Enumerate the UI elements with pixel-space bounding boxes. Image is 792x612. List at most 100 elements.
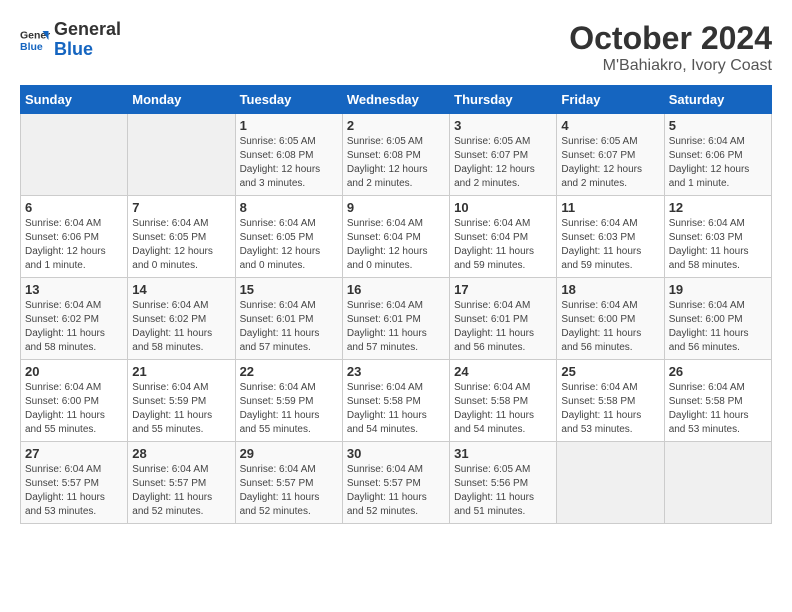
day-detail: Sunrise: 6:04 AM Sunset: 5:58 PM Dayligh…	[669, 381, 767, 437]
calendar-cell: 22 Sunrise: 6:04 AM Sunset: 5:59 PM Dayli…	[235, 360, 342, 442]
day-header-sunday: Sunday	[21, 86, 128, 114]
day-number: 23	[347, 364, 445, 379]
calendar-cell: 31 Sunrise: 6:05 AM Sunset: 5:56 PM Dayli…	[450, 442, 557, 524]
day-detail: Sunrise: 6:04 AM Sunset: 6:04 PM Dayligh…	[347, 217, 445, 273]
calendar-cell	[128, 114, 235, 196]
calendar-week-row: 27Sunrise: 6:04 AM Sunset: 5:57 PM Dayli…	[21, 442, 772, 524]
day-detail: Sunrise: 6:04 AM Sunset: 6:00 PM Dayligh…	[669, 299, 767, 355]
logo-icon: General Blue	[20, 25, 50, 55]
calendar-cell: 16 Sunrise: 6:04 AM Sunset: 6:01 PM Dayli…	[342, 278, 449, 360]
day-detail: Sunrise: 6:04 AM Sunset: 6:01 PM Dayligh…	[347, 299, 445, 355]
main-title: October 2024	[569, 20, 772, 57]
day-number: 17	[454, 282, 552, 297]
day-detail: Sunrise: 6:04 AM Sunset: 6:00 PM Dayligh…	[561, 299, 659, 355]
day-header-thursday: Thursday	[450, 86, 557, 114]
calendar-cell: 2Sunrise: 6:05 AM Sunset: 6:08 PM Daylig…	[342, 114, 449, 196]
calendar-cell: 17 Sunrise: 6:04 AM Sunset: 6:01 PM Dayli…	[450, 278, 557, 360]
day-number: 31	[454, 446, 552, 461]
day-number: 10	[454, 200, 552, 215]
calendar-week-row: 1Sunrise: 6:05 AM Sunset: 6:08 PM Daylig…	[21, 114, 772, 196]
calendar-cell: 24Sunrise: 6:04 AM Sunset: 5:58 PM Dayli…	[450, 360, 557, 442]
day-header-friday: Friday	[557, 86, 664, 114]
calendar-table: SundayMondayTuesdayWednesdayThursdayFrid…	[20, 85, 772, 524]
day-detail: Sunrise: 6:04 AM Sunset: 6:03 PM Dayligh…	[561, 217, 659, 273]
day-number: 13	[25, 282, 123, 297]
day-header-wednesday: Wednesday	[342, 86, 449, 114]
title-area: October 2024 M'Bahiakro, Ivory Coast	[569, 20, 772, 75]
calendar-cell	[557, 442, 664, 524]
day-number: 28	[132, 446, 230, 461]
day-header-tuesday: Tuesday	[235, 86, 342, 114]
calendar-cell: 12 Sunrise: 6:04 AM Sunset: 6:03 PM Dayli…	[664, 196, 771, 278]
calendar-cell: 13 Sunrise: 6:04 AM Sunset: 6:02 PM Dayli…	[21, 278, 128, 360]
day-number: 3	[454, 118, 552, 133]
day-number: 9	[347, 200, 445, 215]
day-detail: Sunrise: 6:04 AM Sunset: 6:02 PM Dayligh…	[25, 299, 123, 355]
day-detail: Sunrise: 6:04 AM Sunset: 6:05 PM Dayligh…	[240, 217, 338, 273]
calendar-cell: 30Sunrise: 6:04 AM Sunset: 5:57 PM Dayli…	[342, 442, 449, 524]
day-detail: Sunrise: 6:04 AM Sunset: 5:59 PM Dayligh…	[132, 381, 230, 437]
svg-text:Blue: Blue	[20, 41, 43, 53]
calendar-cell: 10 Sunrise: 6:04 AM Sunset: 6:04 PM Dayli…	[450, 196, 557, 278]
day-number: 26	[669, 364, 767, 379]
day-detail: Sunrise: 6:04 AM Sunset: 6:06 PM Dayligh…	[669, 135, 767, 191]
day-number: 6	[25, 200, 123, 215]
calendar-week-row: 20 Sunrise: 6:04 AM Sunset: 6:00 PM Dayli…	[21, 360, 772, 442]
day-number: 25	[561, 364, 659, 379]
day-number: 4	[561, 118, 659, 133]
day-detail: Sunrise: 6:04 AM Sunset: 5:57 PM Dayligh…	[347, 463, 445, 519]
day-detail: Sunrise: 6:05 AM Sunset: 5:56 PM Dayligh…	[454, 463, 552, 519]
day-detail: Sunrise: 6:04 AM Sunset: 5:57 PM Dayligh…	[132, 463, 230, 519]
calendar-cell: 27Sunrise: 6:04 AM Sunset: 5:57 PM Dayli…	[21, 442, 128, 524]
day-number: 20	[25, 364, 123, 379]
calendar-week-row: 6 Sunrise: 6:04 AM Sunset: 6:06 PM Daylig…	[21, 196, 772, 278]
day-number: 11	[561, 200, 659, 215]
day-detail: Sunrise: 6:04 AM Sunset: 6:05 PM Dayligh…	[132, 217, 230, 273]
day-header-row: SundayMondayTuesdayWednesdayThursdayFrid…	[21, 86, 772, 114]
calendar-cell: 4Sunrise: 6:05 AM Sunset: 6:07 PM Daylig…	[557, 114, 664, 196]
calendar-cell: 11 Sunrise: 6:04 AM Sunset: 6:03 PM Dayli…	[557, 196, 664, 278]
calendar-cell: 6 Sunrise: 6:04 AM Sunset: 6:06 PM Daylig…	[21, 196, 128, 278]
logo: General Blue General Blue	[20, 20, 121, 60]
day-detail: Sunrise: 6:04 AM Sunset: 6:01 PM Dayligh…	[240, 299, 338, 355]
day-detail: Sunrise: 6:04 AM Sunset: 6:06 PM Dayligh…	[25, 217, 123, 273]
subtitle: M'Bahiakro, Ivory Coast	[569, 57, 772, 75]
day-detail: Sunrise: 6:04 AM Sunset: 5:59 PM Dayligh…	[240, 381, 338, 437]
day-number: 12	[669, 200, 767, 215]
day-number: 2	[347, 118, 445, 133]
calendar-cell: 9 Sunrise: 6:04 AM Sunset: 6:04 PM Daylig…	[342, 196, 449, 278]
day-number: 5	[669, 118, 767, 133]
calendar-cell: 19Sunrise: 6:04 AM Sunset: 6:00 PM Dayli…	[664, 278, 771, 360]
calendar-cell: 14 Sunrise: 6:04 AM Sunset: 6:02 PM Dayli…	[128, 278, 235, 360]
day-number: 22	[240, 364, 338, 379]
day-number: 15	[240, 282, 338, 297]
day-number: 18	[561, 282, 659, 297]
calendar-cell	[21, 114, 128, 196]
calendar-cell: 23 Sunrise: 6:04 AM Sunset: 5:58 PM Dayli…	[342, 360, 449, 442]
day-number: 29	[240, 446, 338, 461]
day-detail: Sunrise: 6:04 AM Sunset: 6:01 PM Dayligh…	[454, 299, 552, 355]
day-detail: Sunrise: 6:04 AM Sunset: 6:02 PM Dayligh…	[132, 299, 230, 355]
calendar-cell: 15 Sunrise: 6:04 AM Sunset: 6:01 PM Dayli…	[235, 278, 342, 360]
day-detail: Sunrise: 6:04 AM Sunset: 5:58 PM Dayligh…	[454, 381, 552, 437]
calendar-cell: 25Sunrise: 6:04 AM Sunset: 5:58 PM Dayli…	[557, 360, 664, 442]
day-number: 16	[347, 282, 445, 297]
day-detail: Sunrise: 6:04 AM Sunset: 6:04 PM Dayligh…	[454, 217, 552, 273]
day-detail: Sunrise: 6:04 AM Sunset: 5:57 PM Dayligh…	[25, 463, 123, 519]
day-number: 7	[132, 200, 230, 215]
day-detail: Sunrise: 6:04 AM Sunset: 5:58 PM Dayligh…	[347, 381, 445, 437]
calendar-cell: 21Sunrise: 6:04 AM Sunset: 5:59 PM Dayli…	[128, 360, 235, 442]
day-detail: Sunrise: 6:04 AM Sunset: 6:00 PM Dayligh…	[25, 381, 123, 437]
calendar-cell: 18 Sunrise: 6:04 AM Sunset: 6:00 PM Dayli…	[557, 278, 664, 360]
logo-text: General Blue	[54, 20, 121, 60]
day-number: 14	[132, 282, 230, 297]
calendar-cell: 3Sunrise: 6:05 AM Sunset: 6:07 PM Daylig…	[450, 114, 557, 196]
day-detail: Sunrise: 6:04 AM Sunset: 5:57 PM Dayligh…	[240, 463, 338, 519]
day-detail: Sunrise: 6:04 AM Sunset: 6:03 PM Dayligh…	[669, 217, 767, 273]
day-header-saturday: Saturday	[664, 86, 771, 114]
header: General Blue General Blue October 2024 M…	[20, 20, 772, 75]
day-detail: Sunrise: 6:05 AM Sunset: 6:08 PM Dayligh…	[240, 135, 338, 191]
calendar-cell	[664, 442, 771, 524]
day-number: 8	[240, 200, 338, 215]
calendar-cell: 7 Sunrise: 6:04 AM Sunset: 6:05 PM Daylig…	[128, 196, 235, 278]
